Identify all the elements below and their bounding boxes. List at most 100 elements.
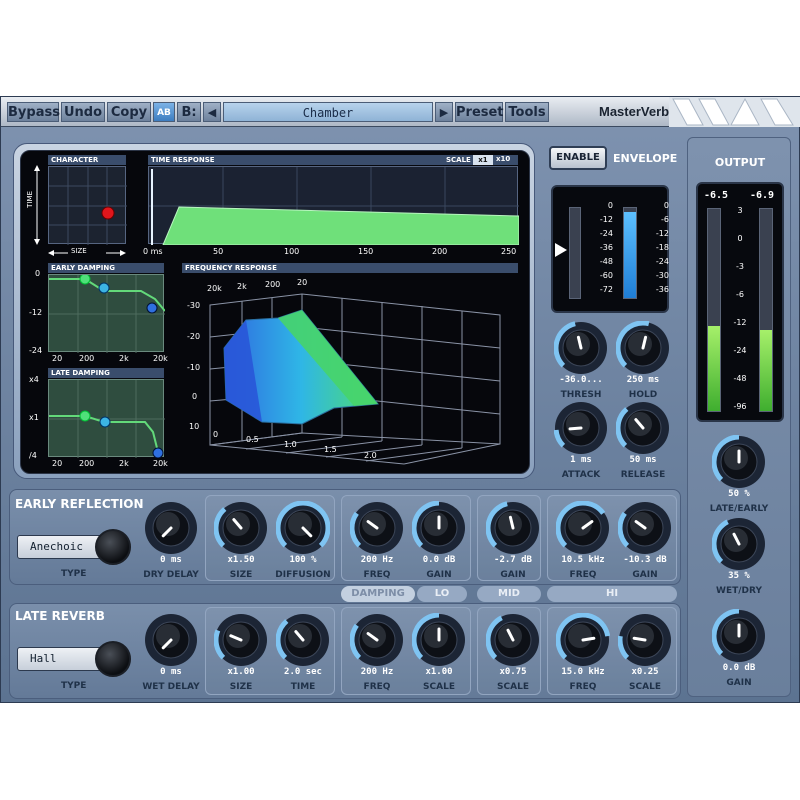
knob-scale[interactable]: x1.00 SCALE <box>409 613 469 697</box>
knob-value-readout[interactable]: x1.00 <box>409 665 469 679</box>
damping-tab: DAMPING <box>341 586 415 602</box>
threshold-pointer-icon[interactable] <box>555 243 567 257</box>
waves-logo-icon <box>669 97 800 127</box>
late-damping-graph[interactable] <box>48 379 165 459</box>
character-pad[interactable] <box>48 166 127 245</box>
knob-gain[interactable]: 0.0 dB GAIN <box>709 609 769 693</box>
knob-gain[interactable]: -2.7 dB GAIN <box>483 501 543 585</box>
knob-value-readout[interactable]: 15.0 kHz <box>553 665 613 679</box>
early-lo-handle[interactable] <box>79 273 91 285</box>
character-title: CHARACTER <box>48 155 126 165</box>
early-hi-handle[interactable] <box>146 302 158 314</box>
lr-type-selector[interactable]: Hall <box>17 641 137 677</box>
knob-value-readout[interactable]: x1.00 <box>211 665 271 679</box>
output-scale-tick: -96 <box>733 402 747 411</box>
output-scale-tick: -6 <box>736 290 744 299</box>
time-tick: 50 <box>213 247 224 256</box>
knob-value-readout[interactable]: 200 Hz <box>347 553 407 567</box>
scale-tick: -36 <box>655 285 669 294</box>
envelope-input-meter <box>569 207 581 299</box>
scale-x10-button[interactable]: x10 <box>496 155 510 163</box>
ab-compare-button[interactable]: AB <box>153 102 175 122</box>
knob-value-readout[interactable]: 100 % <box>273 553 333 567</box>
copy-button[interactable]: Copy <box>107 102 151 122</box>
early-mid-handle[interactable] <box>98 282 110 294</box>
early-damping-graph[interactable] <box>48 273 166 353</box>
scale-tick: 0 <box>663 201 669 210</box>
damping-mid-tab: MID <box>477 586 541 602</box>
knob-freq[interactable]: 200 Hz FREQ <box>347 613 407 697</box>
knob-value-readout[interactable]: 1 ms <box>551 453 611 467</box>
knob-value-readout[interactable]: -2.7 dB <box>483 553 543 567</box>
er-type-selector[interactable]: Anechoic <box>17 529 137 565</box>
knob-wet-dry[interactable]: 35 % WET/DRY <box>709 517 769 601</box>
scale-tick: -72 <box>599 285 613 294</box>
knob-diffusion[interactable]: 100 % DIFFUSION <box>273 501 333 585</box>
tools-menu-button[interactable]: Tools <box>505 102 549 122</box>
knob-late-early[interactable]: 50 % LATE/EARLY <box>709 435 769 519</box>
knob-value-readout[interactable]: 35 % <box>709 569 769 583</box>
character-point[interactable] <box>101 206 115 220</box>
preset-menu-button[interactable]: Preset <box>455 102 504 122</box>
knob-value-readout[interactable]: x1.50 <box>211 553 271 567</box>
knob-freq[interactable]: 200 Hz FREQ <box>347 501 407 585</box>
knob-scale[interactable]: x0.75 SCALE <box>483 613 543 697</box>
knob-gain[interactable]: 0.0 dB GAIN <box>409 501 469 585</box>
freq-axis-tick: 20 <box>297 278 308 287</box>
knob-size[interactable]: x1.50 SIZE <box>211 501 271 585</box>
knob-value-readout[interactable]: 0 ms <box>141 553 201 567</box>
knob-value-readout[interactable]: x0.25 <box>615 665 675 679</box>
knob-label: GAIN <box>426 570 452 580</box>
graph-display: CHARACTER TIME SIZE TIME RESPONSE SCALE … <box>20 150 530 474</box>
knob-value-readout[interactable]: 250 ms <box>613 373 673 387</box>
damping-hi-tab: HI <box>547 586 677 602</box>
knob-release[interactable]: 50 ms RELEASE <box>613 401 673 485</box>
knob-thresh[interactable]: -36.0... THRESH <box>551 321 611 405</box>
knob-label: HOLD <box>628 390 658 400</box>
bypass-button[interactable]: Bypass <box>7 102 60 122</box>
knob-attack[interactable]: 1 ms ATTACK <box>551 401 611 485</box>
er-type-knob[interactable] <box>95 529 131 565</box>
knob-label: TIME <box>290 682 316 692</box>
knob-hold[interactable]: 250 ms HOLD <box>613 321 673 405</box>
late-mid-handle[interactable] <box>99 416 111 428</box>
knob-label: SCALE <box>629 682 661 692</box>
late-y-tick: x4 <box>29 375 39 384</box>
knob-value-readout[interactable]: 50 ms <box>613 453 673 467</box>
late-hi-handle[interactable] <box>152 447 164 459</box>
undo-button[interactable]: Undo <box>61 102 105 122</box>
scale-x1-button[interactable]: x1 <box>473 155 493 165</box>
lr-type-knob[interactable] <box>95 641 131 677</box>
knob-wet-delay[interactable]: 0 ms WET DELAY <box>141 613 201 697</box>
late-lo-handle[interactable] <box>79 410 91 422</box>
knob-label: GAIN <box>500 570 526 580</box>
next-preset-icon[interactable]: ▶ <box>435 102 453 122</box>
knob-value-readout[interactable]: 0 ms <box>141 665 201 679</box>
knob-time[interactable]: 2.0 sec TIME <box>273 613 333 697</box>
knob-freq[interactable]: 15.0 kHz FREQ <box>553 613 613 697</box>
knob-value-readout[interactable]: -10.3 dB <box>615 553 675 567</box>
knob-scale[interactable]: x0.25 SCALE <box>615 613 675 697</box>
knob-value-readout[interactable]: 10.5 kHz <box>553 553 613 567</box>
knob-value-readout[interactable]: 0.0 dB <box>409 553 469 567</box>
b-slot-button[interactable]: B: <box>177 102 201 122</box>
knob-value-readout[interactable]: 2.0 sec <box>273 665 333 679</box>
freq-axis-tick: 20k <box>207 284 222 293</box>
time-tick: 150 <box>358 247 374 256</box>
prev-preset-icon[interactable]: ◀ <box>203 102 221 122</box>
preset-name-display[interactable]: Chamber <box>223 102 433 122</box>
envelope-enable-button[interactable]: ENABLE <box>549 146 607 170</box>
knob-value-readout[interactable]: -36.0... <box>551 373 611 387</box>
knob-value-readout[interactable]: 200 Hz <box>347 665 407 679</box>
db-axis-tick: -20 <box>187 332 201 341</box>
knob-value-readout[interactable]: 50 % <box>709 487 769 501</box>
time-tick: 250 <box>501 247 517 256</box>
knob-value-readout[interactable]: x0.75 <box>483 665 543 679</box>
knob-value-readout[interactable]: 0.0 dB <box>709 661 769 675</box>
knob-dry-delay[interactable]: 0 ms DRY DELAY <box>141 501 201 585</box>
time-response-graph <box>148 166 520 246</box>
knob-freq[interactable]: 10.5 kHz FREQ <box>553 501 613 585</box>
knob-label: DRY DELAY <box>143 570 199 580</box>
knob-size[interactable]: x1.00 SIZE <box>211 613 271 697</box>
knob-gain[interactable]: -10.3 dB GAIN <box>615 501 675 585</box>
